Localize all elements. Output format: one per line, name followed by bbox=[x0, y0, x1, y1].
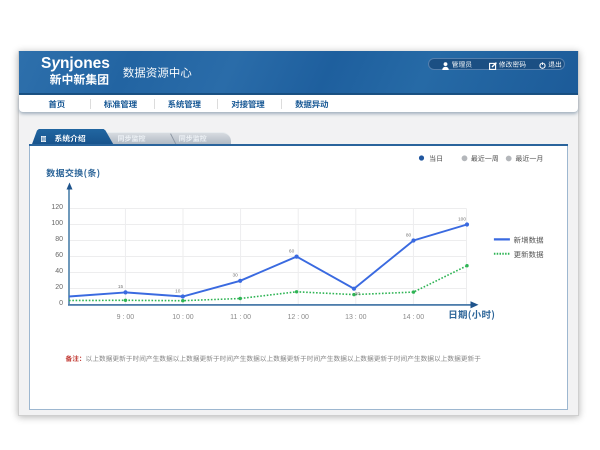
svg-text:80: 80 bbox=[55, 236, 63, 243]
svg-text:80: 80 bbox=[406, 232, 412, 238]
svg-text:100: 100 bbox=[51, 220, 63, 227]
svg-text:120: 120 bbox=[51, 204, 63, 211]
svg-text:10: 10 bbox=[175, 288, 181, 294]
svg-text:60: 60 bbox=[289, 248, 295, 254]
svg-text:10 : 00: 10 : 00 bbox=[172, 314, 194, 321]
svg-text:0: 0 bbox=[59, 300, 63, 307]
svg-text:13 : 00: 13 : 00 bbox=[345, 314, 367, 321]
svg-text:15: 15 bbox=[118, 284, 124, 290]
svg-text:60: 60 bbox=[55, 252, 63, 259]
svg-text:11 : 00: 11 : 00 bbox=[230, 314, 251, 321]
svg-text:14 : 00: 14 : 00 bbox=[403, 314, 425, 321]
svg-text:100: 100 bbox=[458, 216, 466, 222]
svg-text:30: 30 bbox=[233, 273, 239, 279]
svg-text:40: 40 bbox=[55, 268, 63, 275]
svg-text:20: 20 bbox=[55, 284, 63, 291]
svg-text:9 : 00: 9 : 00 bbox=[117, 314, 135, 321]
svg-text:12 : 00: 12 : 00 bbox=[287, 314, 309, 321]
svg-text:20: 20 bbox=[355, 291, 361, 297]
